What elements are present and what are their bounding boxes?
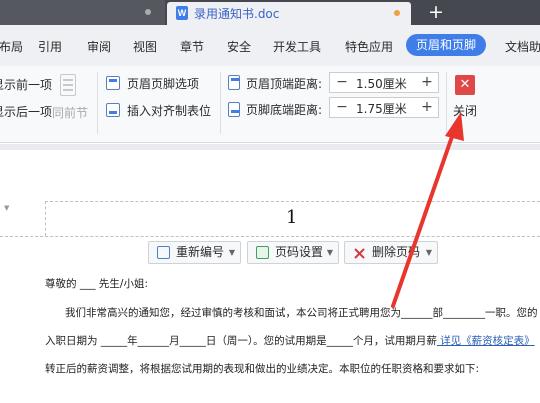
wps-writer-window: W 录用通知书.doc + 布局 引用 审阅 视图 章节 安全 开发工具 特色应… [0,0,540,403]
annotation-arrow-icon [391,112,464,308]
